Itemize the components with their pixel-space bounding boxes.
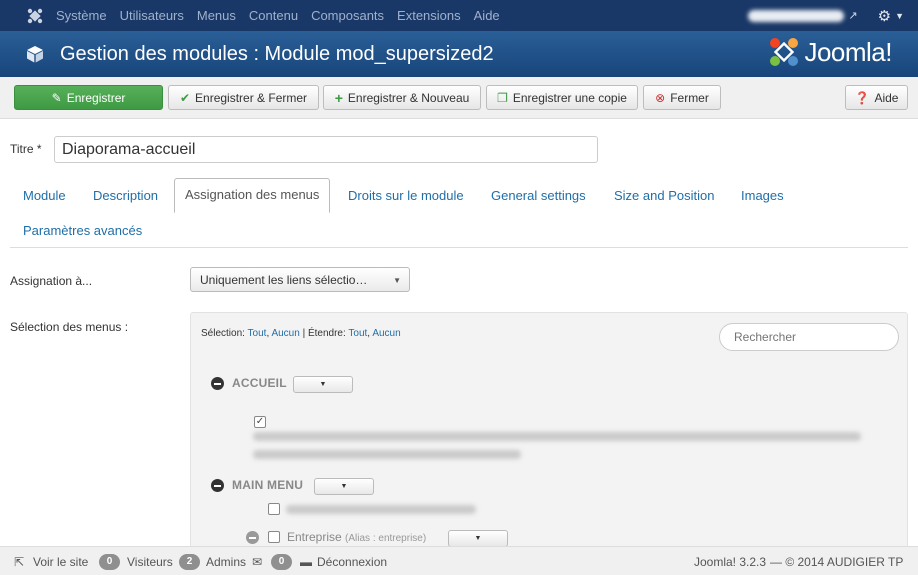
envelope-icon[interactable]: ✉ (252, 555, 262, 569)
visitors-label: Visiteurs (127, 555, 173, 569)
save-copy-label: Enregistrer une copie (512, 90, 627, 105)
save-new-button[interactable]: + Enregistrer & Nouveau (323, 85, 481, 110)
site-name-link[interactable] (748, 9, 845, 22)
assign-select[interactable]: Uniquement les liens sélectio… ▼ (190, 267, 410, 292)
topbar-right: ↗ ⚙ ▼ (748, 0, 918, 31)
save-copy-button[interactable]: ❐ Enregistrer une copie (486, 85, 638, 110)
copyright-text: — © 2014 AUDIGIER TP (770, 555, 904, 569)
group-title-accueil: ACCUEIL (232, 376, 287, 390)
group-dropdown-main-menu[interactable]: ▼ (314, 478, 374, 495)
joomla-brand-icon (770, 38, 799, 66)
tab-general-settings[interactable]: General settings (491, 188, 586, 203)
caret-down-icon[interactable]: ▼ (895, 11, 904, 21)
menu-utilisateurs[interactable]: Utilisateurs (120, 8, 184, 23)
extend-label: | Étendre: (302, 328, 346, 339)
check-icon: ✔ (179, 90, 191, 105)
collapse-minus-icon[interactable] (246, 531, 259, 544)
cube-icon (24, 43, 46, 65)
version-text: Joomla! 3.2.3 (694, 555, 767, 569)
menu-contenu[interactable]: Contenu (249, 8, 298, 23)
visitors-badge: 0 (99, 554, 120, 570)
tab-module[interactable]: Module (23, 188, 66, 203)
extend-none-link[interactable]: Aucun (372, 328, 400, 339)
tab-module-permissions[interactable]: Droits sur le module (348, 188, 464, 203)
page-title: Gestion des modules : Module mod_supersi… (60, 42, 494, 65)
extend-all-link[interactable]: Tout (348, 328, 367, 339)
search-input[interactable] (719, 323, 899, 351)
collapse-minus-icon[interactable] (211, 377, 224, 390)
group-dropdown-accueil[interactable]: ▼ (293, 376, 353, 393)
menu-menus[interactable]: Menus (197, 8, 236, 23)
admins-label: Admins (206, 555, 247, 569)
save-new-label: Enregistrer & Nouveau (347, 90, 470, 105)
joomla-logo-icon[interactable] (20, 0, 50, 31)
plus-icon: + (334, 89, 343, 106)
page-header: Gestion des modules : Module mod_supersi… (0, 31, 918, 77)
tabs-divider (10, 247, 908, 248)
tab-advanced-params[interactable]: Paramètres avancés (23, 223, 142, 238)
save-label: Enregistrer (66, 90, 126, 105)
selection-label: Sélection: (201, 328, 245, 339)
menu-aide[interactable]: Aide (474, 8, 500, 23)
blurred-menu-item (286, 505, 476, 514)
menus-label: Sélection des menus : (10, 320, 129, 334)
select-all-link[interactable]: Tout (248, 328, 267, 339)
tab-images[interactable]: Images (741, 188, 784, 203)
selection-controls: Sélection: Tout, Aucun | Étendre: Tout, … (201, 328, 401, 339)
assign-label: Assignation à... (10, 274, 93, 288)
top-navbar: Système Utilisateurs Menus Contenu Compo… (0, 0, 918, 31)
close-label: Fermer (670, 90, 709, 105)
admins-badge: 2 (179, 554, 200, 570)
title-input[interactable] (54, 136, 598, 163)
blurred-menu-item (253, 450, 521, 459)
title-label: Titre * (10, 142, 42, 156)
caret-down-icon: ▼ (319, 381, 327, 388)
tab-description[interactable]: Description (93, 188, 158, 203)
chevron-down-icon: ▼ (393, 276, 401, 285)
menu-item-entreprise[interactable]: Entreprise (Alias : entreprise) (287, 530, 426, 544)
copy-icon: ❐ (497, 90, 508, 105)
group-title-main-menu: MAIN MENU (232, 478, 304, 492)
cancel-icon: ⊗ (655, 90, 666, 105)
menu-item-entreprise-label: Entreprise (287, 530, 342, 544)
help-label: Aide (874, 90, 899, 105)
joomla-brand: Joomla! (768, 36, 892, 68)
menu-systeme[interactable]: Système (56, 8, 107, 23)
status-bar: ⇱ Voir le site 0 Visiteurs 2 Admins ✉ 0 … (0, 546, 918, 575)
menu-item-checkbox[interactable]: ✓ (254, 416, 266, 428)
brand-text: Joomla! (804, 36, 892, 67)
close-button[interactable]: ⊗ Fermer (643, 85, 721, 110)
caret-down-icon: ▼ (340, 483, 348, 490)
menus-selection-panel: Sélection: Tout, Aucun | Étendre: Tout, … (190, 312, 908, 552)
blurred-menu-item (253, 432, 861, 441)
select-none-link[interactable]: Aucun (271, 328, 299, 339)
toolbar: ✎ Enregistrer ✔ Enregistrer & Fermer + E… (0, 77, 918, 119)
menu-item-checkbox[interactable] (268, 503, 280, 515)
messages-badge[interactable]: 0 (271, 554, 292, 570)
external-link-icon[interactable]: ↗ (848, 9, 857, 22)
edit-icon: ✎ (51, 90, 62, 105)
tab-size-position[interactable]: Size and Position (614, 188, 714, 203)
help-button[interactable]: ❓ Aide (845, 85, 908, 110)
save-close-button[interactable]: ✔ Enregistrer & Fermer (168, 85, 319, 110)
external-link-icon: ⇱ (14, 555, 25, 569)
menu-item-entreprise-alias: (Alias : entreprise) (345, 533, 427, 544)
assign-select-value: Uniquement les liens sélectio… (200, 273, 368, 287)
menu-composants[interactable]: Composants (311, 8, 384, 23)
menu-item-checkbox[interactable] (268, 531, 280, 543)
gear-icon[interactable]: ⚙ (878, 7, 891, 25)
question-icon: ❓ (854, 90, 870, 105)
logout-link[interactable]: Déconnexion (317, 555, 387, 569)
menu-extensions[interactable]: Extensions (397, 8, 461, 23)
minus-icon: ▬ (300, 555, 312, 569)
tab-menu-assignment[interactable]: Assignation des menus (174, 178, 331, 213)
save-close-label: Enregistrer & Fermer (195, 90, 308, 105)
item-dropdown-entreprise[interactable]: ▼ (448, 530, 508, 547)
view-site-link[interactable]: Voir le site (33, 555, 88, 569)
collapse-minus-icon[interactable] (211, 479, 224, 492)
save-button[interactable]: ✎ Enregistrer (14, 85, 163, 110)
caret-down-icon: ▼ (474, 535, 482, 542)
